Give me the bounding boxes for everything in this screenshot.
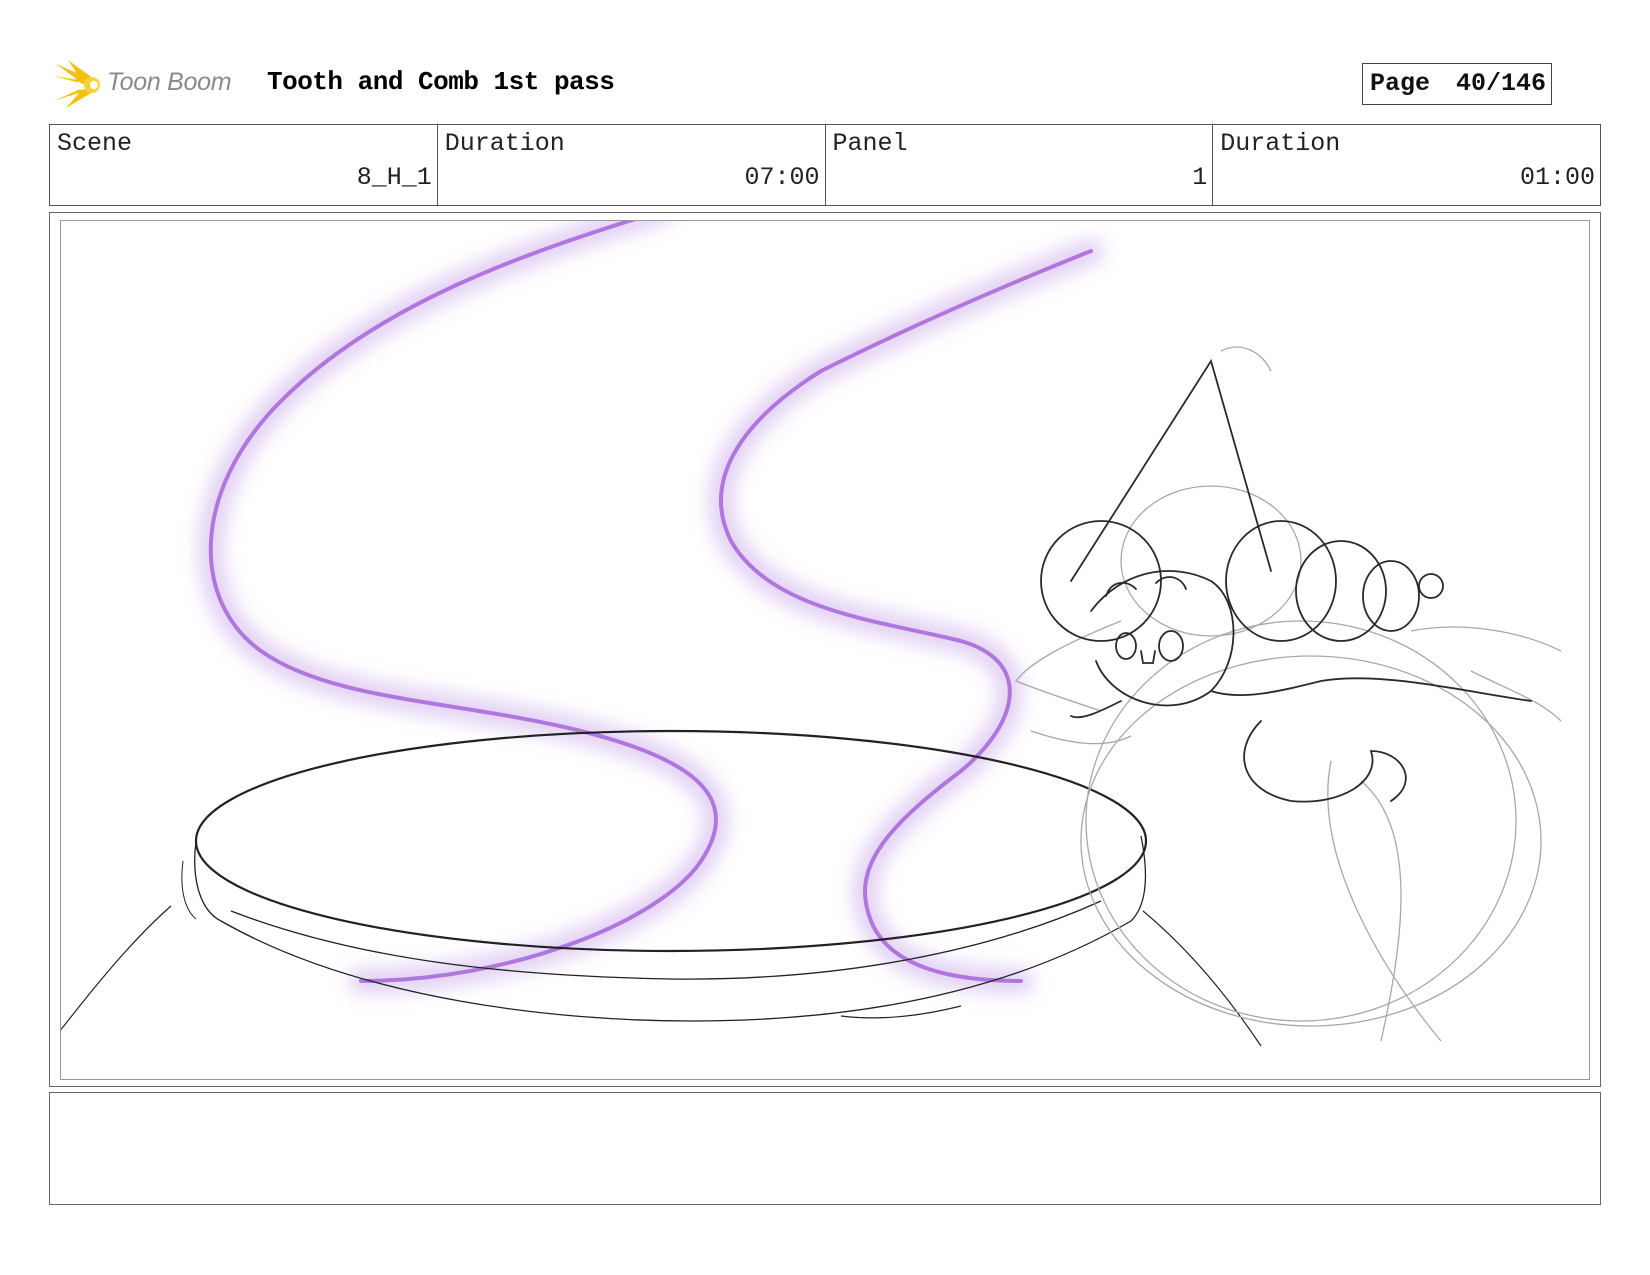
scene-label: Scene [57,129,133,158]
page-indicator: Page 40/146 [1362,63,1552,105]
page-label: Page [1370,69,1431,98]
scene-duration-cell: Duration 07:00 [438,125,826,205]
document-title: Tooth and Comb 1st pass [267,67,615,97]
panel-notes-box [49,1092,1601,1205]
panel-cell: Panel 1 [826,125,1214,205]
smoke-trails [197,221,1104,994]
page-number: 40/146 [1456,69,1547,98]
scene-duration-label: Duration [444,129,565,158]
panel-duration-label: Duration [1220,129,1341,158]
starburst-icon [52,60,100,108]
panel-drawing-area [60,220,1590,1080]
panel-label: Panel [832,129,908,158]
toon-boom-logo: Toon Boom [52,56,252,112]
gnome-character [1040,358,1532,803]
gnome-construction [1014,346,1562,1042]
scene-info-table: Scene 8_H_1 Duration 07:00 Panel 1 Durat… [49,124,1601,206]
storyboard-sketch [61,221,1562,1047]
panel-duration-cell: Duration 01:00 [1213,125,1600,205]
scene-value: 8_H_1 [356,163,432,192]
logo-text: Toon Boom [107,68,232,96]
scene-cell: Scene 8_H_1 [50,125,438,205]
panel-duration-value: 01:00 [1519,163,1595,192]
panel-value: 1 [1192,163,1208,192]
scene-duration-value: 07:00 [744,163,820,192]
